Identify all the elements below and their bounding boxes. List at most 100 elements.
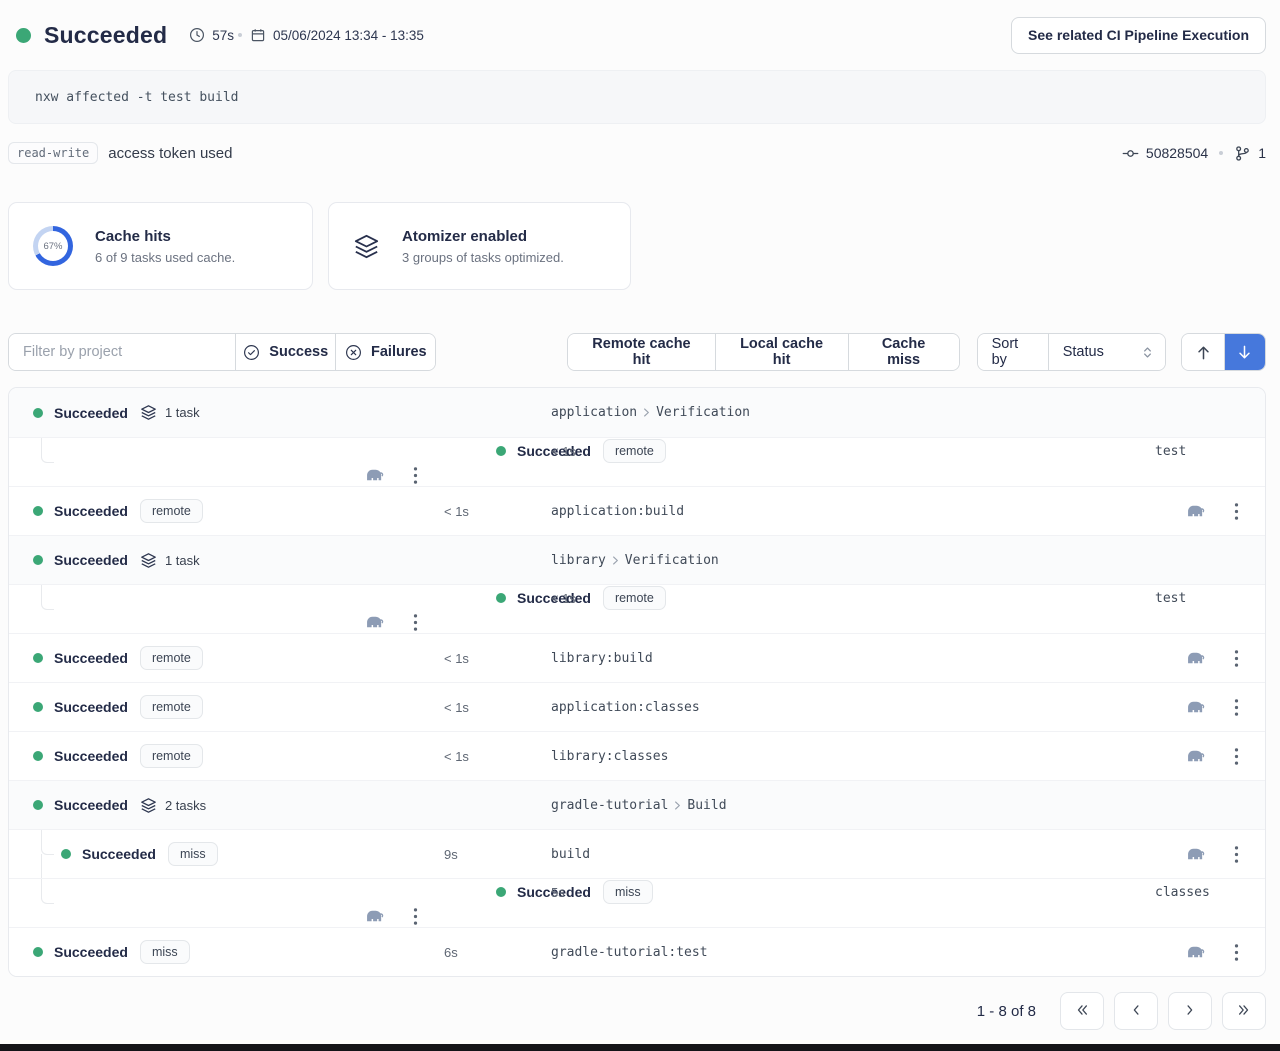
task-name: library:build <box>551 651 1155 666</box>
previous-page-button[interactable] <box>1114 992 1158 1030</box>
gradle-elephant-icon[interactable] <box>364 614 385 630</box>
atomizer-subtitle: 3 groups of tasks optimized. <box>402 250 564 265</box>
task-duration: 6s <box>444 945 551 960</box>
failures-filter-label: Failures <box>371 344 427 360</box>
sort-descending-button[interactable] <box>1224 334 1265 370</box>
kebab-menu-icon[interactable] <box>1234 943 1239 962</box>
success-filter-button[interactable]: Success <box>235 334 335 370</box>
gradle-elephant-icon[interactable] <box>1185 699 1206 715</box>
task-name: test <box>1155 591 1265 606</box>
task-row[interactable]: Succeeded miss 5s classes <box>9 878 1265 927</box>
gradle-elephant-icon[interactable] <box>1185 846 1206 862</box>
task-row[interactable]: Succeeded remote < 1s library:classes <box>9 731 1265 780</box>
atomizer-title: Atomizer enabled <box>402 228 564 245</box>
tree-line-extension <box>41 854 42 879</box>
group-category: Verification <box>656 405 750 420</box>
tree-line <box>41 830 54 855</box>
failures-filter-button[interactable]: Failures <box>335 334 435 370</box>
commit-hash[interactable]: 50828504 <box>1146 145 1208 161</box>
meta-separator-dot <box>238 33 242 37</box>
cache-hits-card[interactable]: 67% Cache hits 6 of 9 tasks used cache. <box>8 202 313 290</box>
pagination-range: 1 - 8 of 8 <box>977 1003 1036 1020</box>
task-name: build <box>551 847 1155 862</box>
task-row[interactable]: Succeeded miss 6s gradle-tutorial:test <box>9 927 1265 976</box>
row-status-dot <box>33 653 43 663</box>
group-task-count: 1 task <box>165 405 200 420</box>
task-row[interactable]: Succeeded remote < 1s application:classe… <box>9 682 1265 731</box>
group-category: Build <box>687 798 726 813</box>
command-text: nxw affected -t test build <box>35 90 239 105</box>
sort-status-select[interactable]: Status <box>1048 334 1166 370</box>
bottom-edge-bar <box>0 1044 1280 1051</box>
tree-line <box>41 438 54 463</box>
task-name: library:classes <box>551 749 1155 764</box>
kebab-menu-icon[interactable] <box>413 613 418 632</box>
kebab-menu-icon[interactable] <box>413 907 418 926</box>
task-row[interactable]: Succeeded remote < 1s application:build <box>9 486 1265 535</box>
kebab-menu-icon[interactable] <box>1234 502 1239 521</box>
kebab-menu-icon[interactable] <box>413 466 418 485</box>
kebab-menu-icon[interactable] <box>1234 845 1239 864</box>
first-page-button[interactable] <box>1060 992 1104 1030</box>
gradle-elephant-icon[interactable] <box>1185 503 1206 519</box>
pagination: 1 - 8 of 8 <box>8 991 1266 1031</box>
task-group-row[interactable]: Succeeded 1 task applicationVerification <box>9 388 1265 437</box>
task-name: application:build <box>551 504 1155 519</box>
task-row[interactable]: Succeeded remote < 1s test <box>9 437 1265 486</box>
cache-hits-percent: 67% <box>43 241 62 252</box>
task-group-row[interactable]: Succeeded 2 tasks gradle-tutorialBuild <box>9 780 1265 829</box>
row-status-dot <box>33 751 43 761</box>
gradle-elephant-icon[interactable] <box>364 908 385 924</box>
cache-badge: remote <box>140 646 203 670</box>
cache-badge: remote <box>140 695 203 719</box>
row-status-dot <box>496 887 506 897</box>
task-row[interactable]: Succeeded remote < 1s test <box>9 584 1265 633</box>
gradle-elephant-icon[interactable] <box>1185 748 1206 764</box>
filter-by-project-input[interactable] <box>9 334 235 370</box>
run-date-range-value: 05/06/2024 13:34 - 13:35 <box>273 28 424 43</box>
see-related-ci-pipeline-button[interactable]: See related CI Pipeline Execution <box>1011 17 1266 54</box>
arrow-up-icon <box>1194 343 1213 362</box>
task-row[interactable]: Succeeded miss 9s build <box>9 829 1265 878</box>
task-name: gradle-tutorial:test <box>551 945 1155 960</box>
task-duration: 5s <box>551 885 1155 900</box>
row-status-dot <box>33 800 43 810</box>
cache-miss-button[interactable]: Cache miss <box>848 334 959 370</box>
kebab-menu-icon[interactable] <box>1234 747 1239 766</box>
group-task-count: 2 tasks <box>165 798 206 813</box>
sort-ascending-button[interactable] <box>1182 334 1223 370</box>
gradle-elephant-icon[interactable] <box>1185 944 1206 960</box>
group-project: library <box>551 553 606 568</box>
success-filter-label: Success <box>269 344 328 360</box>
cache-hits-subtitle: 6 of 9 tasks used cache. <box>95 250 235 265</box>
group-project: gradle-tutorial <box>551 798 668 813</box>
local-cache-hit-button[interactable]: Local cache hit <box>715 334 848 370</box>
arrow-down-icon <box>1235 343 1254 362</box>
row-status-dot <box>33 947 43 957</box>
gradle-elephant-icon[interactable] <box>364 467 385 483</box>
remote-cache-hit-button[interactable]: Remote cache hit <box>568 334 714 370</box>
run-date-range: 05/06/2024 13:34 - 13:35 <box>250 27 424 43</box>
atomizer-card[interactable]: Atomizer enabled 3 groups of tasks optim… <box>328 202 631 290</box>
next-page-button[interactable] <box>1168 992 1212 1030</box>
task-group-row[interactable]: Succeeded 1 task libraryVerification <box>9 535 1265 584</box>
task-row[interactable]: Succeeded remote < 1s library:build <box>9 633 1265 682</box>
calendar-icon <box>250 27 266 43</box>
last-page-button[interactable] <box>1222 992 1266 1030</box>
row-status-label: Succeeded <box>82 846 156 862</box>
kebab-menu-icon[interactable] <box>1234 698 1239 717</box>
kebab-menu-icon[interactable] <box>1234 649 1239 668</box>
branch-count[interactable]: 1 <box>1258 145 1266 161</box>
row-status-dot <box>61 849 71 859</box>
row-status-dot <box>33 555 43 565</box>
access-token-badge: read-write <box>8 142 98 164</box>
task-name: test <box>1155 444 1265 459</box>
group-path: applicationVerification <box>551 405 1155 420</box>
layers-icon <box>353 233 380 260</box>
clock-icon <box>189 27 205 43</box>
commit-icon <box>1122 145 1139 162</box>
chevrons-left-icon <box>1073 1001 1091 1022</box>
task-duration: < 1s <box>444 651 551 666</box>
row-status-dot <box>496 593 506 603</box>
gradle-elephant-icon[interactable] <box>1185 650 1206 666</box>
